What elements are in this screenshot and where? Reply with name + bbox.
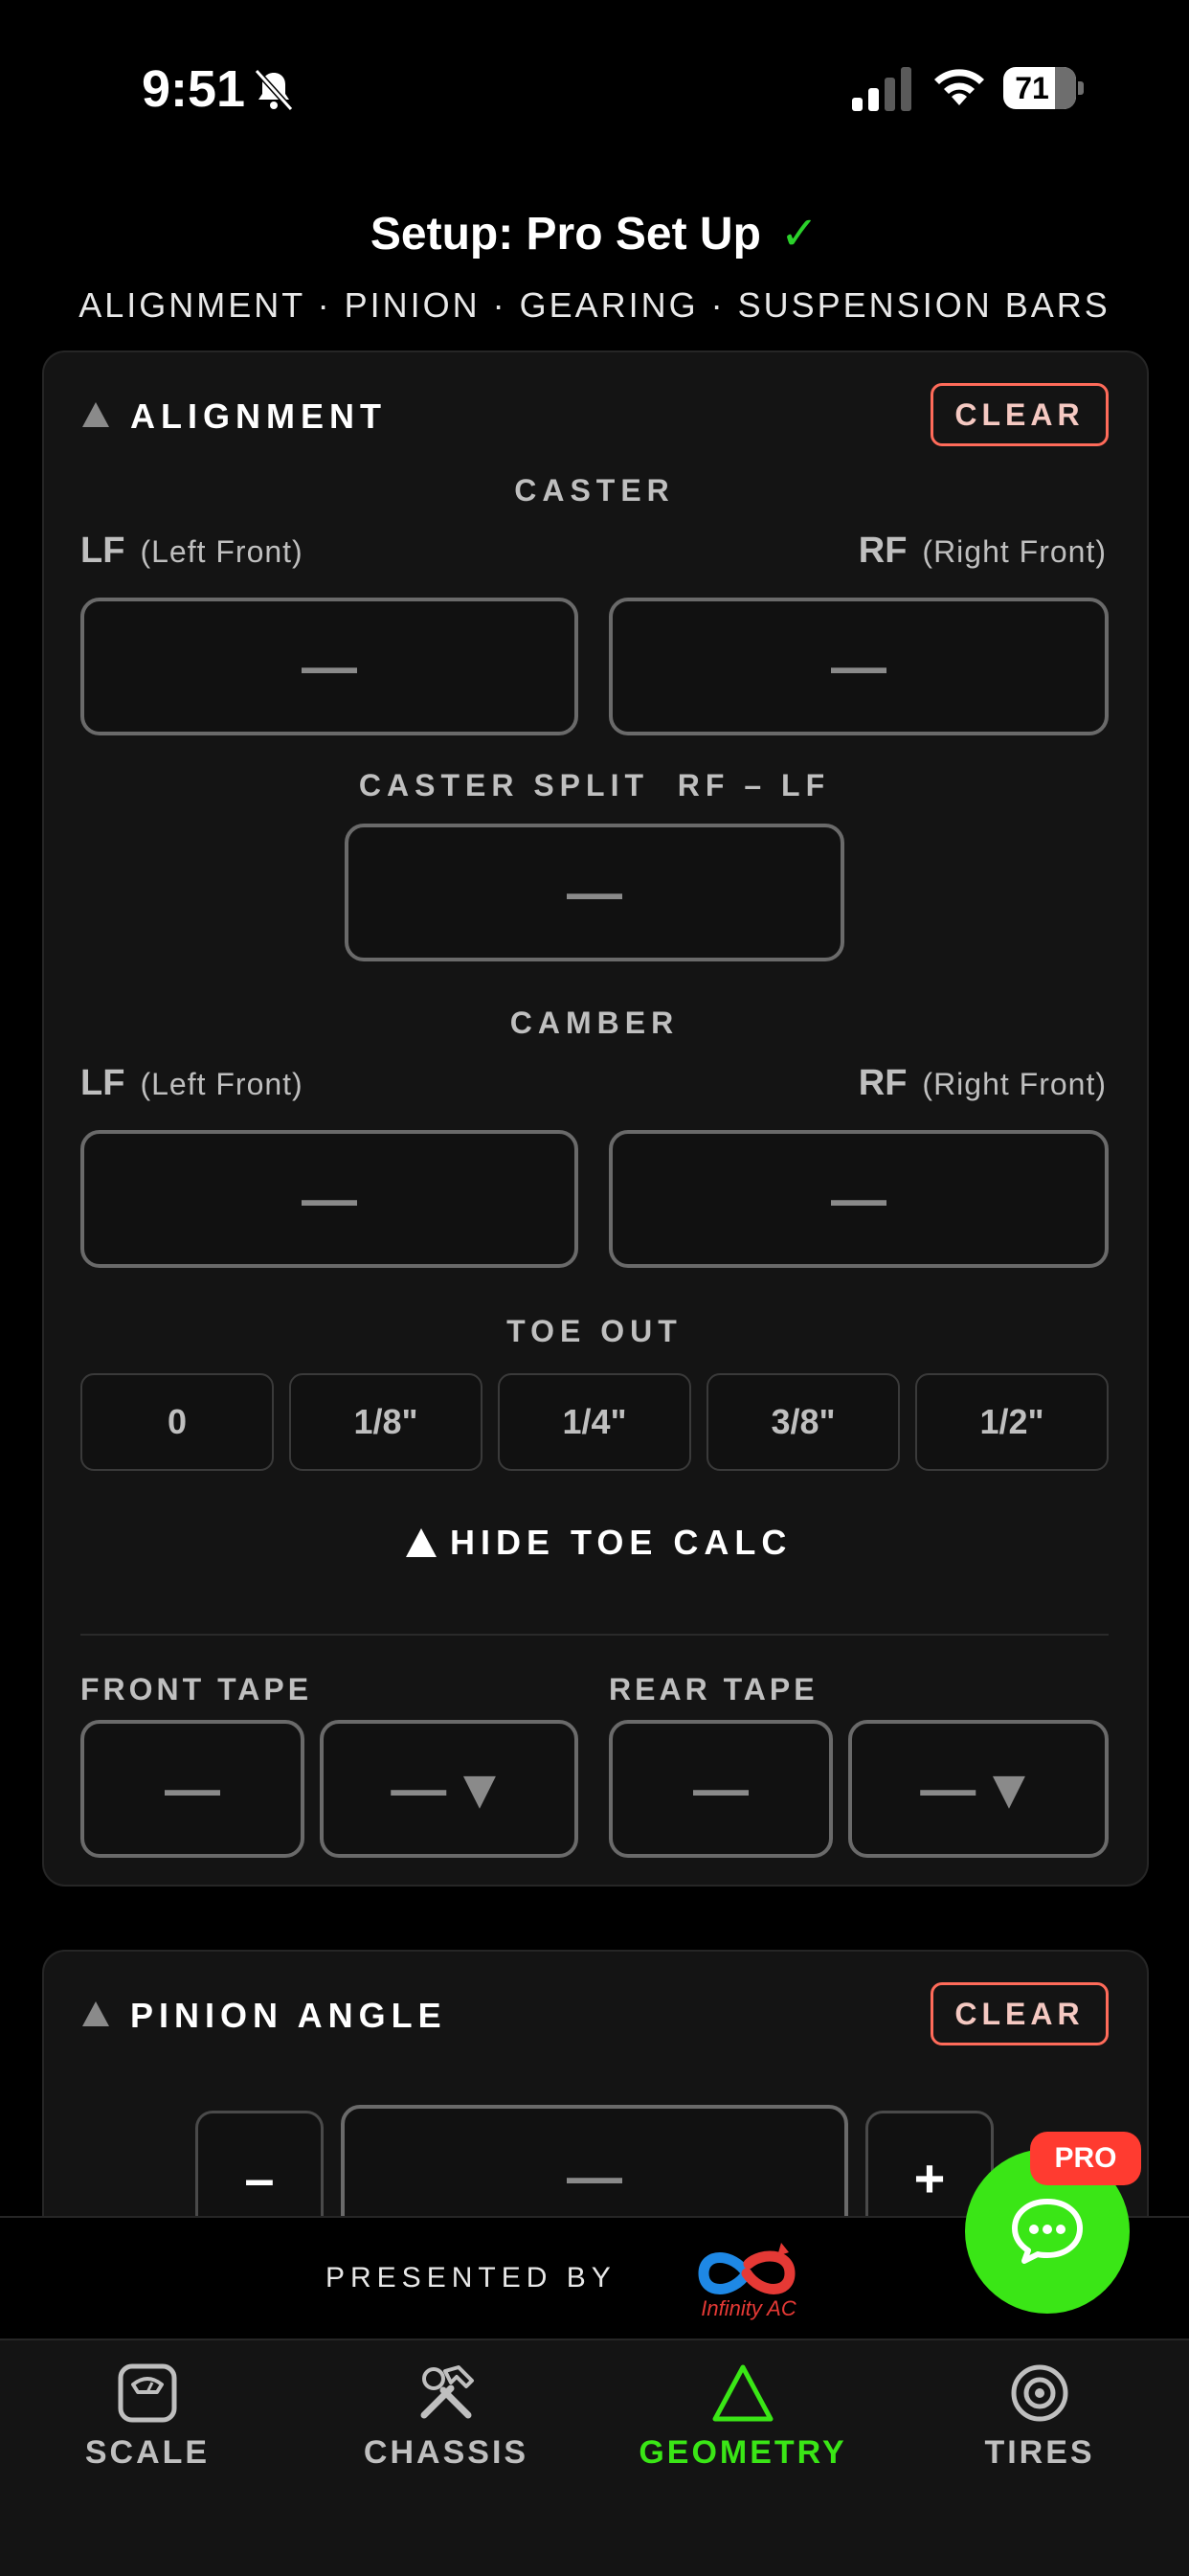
hide-toe-calc-label: HIDE TOE CALC <box>450 1523 793 1562</box>
divider <box>80 1634 1109 1636</box>
check-icon: ✓ <box>779 209 819 260</box>
tab-chassis-label: CHASSIS <box>363 2434 529 2471</box>
toe-option-0[interactable]: 0 <box>80 1373 274 1471</box>
alignment-card <box>42 350 1149 1887</box>
front-tape-input[interactable]: — <box>80 1720 304 1858</box>
rear-tape-label: REAR TAPE <box>609 1672 819 1706</box>
alignment-clear-button[interactable]: CLEAR <box>931 383 1109 446</box>
page-title: Setup: Pro Set Up ✓ <box>0 207 1189 260</box>
caster-split-label: CASTER SPLIT RF – LF <box>358 768 831 802</box>
caster-split-value: — <box>345 824 844 961</box>
target-icon <box>1011 2364 1068 2422</box>
camber-lf-input[interactable]: — <box>80 1130 578 1268</box>
setup-name: Setup: Pro Set Up <box>370 209 761 260</box>
wifi-icon <box>934 69 984 105</box>
dropdown-caret-icon: ▼ <box>981 1757 1037 1820</box>
triangle-up-icon <box>406 1528 437 1557</box>
scale-icon <box>118 2363 177 2423</box>
tab-tires[interactable]: TIRES <box>915 2361 1164 2472</box>
tab-geometry[interactable]: GEOMETRY <box>618 2361 867 2472</box>
battery-level: 71 <box>1015 71 1049 105</box>
presented-by-label: PRESENTED BY <box>325 2262 617 2294</box>
tab-geometry-label: GEOMETRY <box>639 2434 847 2471</box>
collapse-triangle-icon[interactable] <box>82 2001 109 2026</box>
caster-lf-input[interactable]: — <box>80 598 578 735</box>
section-nav[interactable]: ALIGNMENT · PINION · GEARING · SUSPENSIO… <box>0 285 1189 326</box>
caster-rf-label: RF (Right Front) <box>858 531 1107 571</box>
chat-bubble-icon <box>1012 2199 1083 2264</box>
caster-rf-input[interactable]: — <box>609 598 1109 735</box>
toe-option-1-4[interactable]: 1/4" <box>498 1373 691 1471</box>
triangle-icon <box>712 2364 774 2422</box>
camber-lf-label: LF (Left Front) <box>80 1063 303 1103</box>
tab-scale-label: SCALE <box>84 2434 211 2471</box>
tab-tires-label: TIRES <box>984 2434 1095 2471</box>
tab-scale[interactable]: SCALE <box>23 2361 272 2472</box>
bell-muted-icon <box>254 68 294 112</box>
toe-out-label: TOE OUT <box>506 1314 683 1348</box>
status-time: 9:51 <box>142 60 246 118</box>
rear-tape-fraction-dropdown[interactable]: — ▼ <box>848 1720 1109 1858</box>
tools-icon <box>420 2365 474 2419</box>
pinion-clear-button[interactable]: CLEAR <box>931 1982 1109 2045</box>
cellular-signal-icon <box>852 67 911 111</box>
toe-option-1-2[interactable]: 1/2" <box>915 1373 1109 1471</box>
rear-tape-input[interactable]: — <box>609 1720 833 1858</box>
toe-option-3-8[interactable]: 3/8" <box>707 1373 900 1471</box>
front-tape-fraction-dropdown[interactable]: — ▼ <box>320 1720 578 1858</box>
camber-rf-label: RF (Right Front) <box>858 1063 1107 1103</box>
front-tape-label: FRONT TAPE <box>80 1672 313 1706</box>
hide-toe-calc-button[interactable]: HIDE TOE CALC <box>406 1523 792 1563</box>
battery-icon: 71 <box>1003 67 1084 109</box>
sponsor-name: Infinity AC <box>701 2296 796 2320</box>
camber-label: CAMBER <box>509 1006 680 1040</box>
pinion-title: PINION ANGLE <box>130 1996 447 2035</box>
toe-option-1-8[interactable]: 1/8" <box>289 1373 482 1471</box>
collapse-triangle-icon[interactable] <box>82 402 109 427</box>
alignment-title: ALIGNMENT <box>130 396 387 436</box>
dropdown-caret-icon: ▼ <box>452 1757 507 1820</box>
tab-chassis[interactable]: CHASSIS <box>322 2361 571 2472</box>
pro-badge: PRO <box>1030 2132 1141 2185</box>
caster-label: CASTER <box>514 473 675 508</box>
caster-lf-label: LF (Left Front) <box>80 531 303 571</box>
camber-rf-input[interactable]: — <box>609 1130 1109 1268</box>
